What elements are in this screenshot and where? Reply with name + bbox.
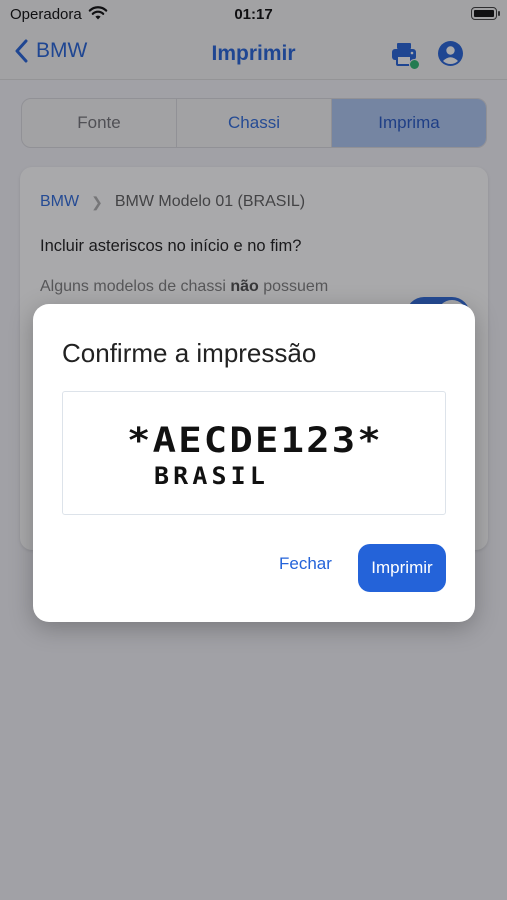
close-button[interactable]: Fechar <box>279 554 332 574</box>
print-button[interactable]: Imprimir <box>358 544 446 592</box>
preview-country-text: BRASIL <box>154 462 269 490</box>
confirm-print-dialog: Confirme a impressão *AECDE123* BRASIL F… <box>33 304 475 622</box>
dialog-title: Confirme a impressão <box>62 338 317 368</box>
print-preview: *AECDE123* BRASIL <box>62 391 446 515</box>
preview-chassis-text: *AECDE123* <box>127 421 383 461</box>
